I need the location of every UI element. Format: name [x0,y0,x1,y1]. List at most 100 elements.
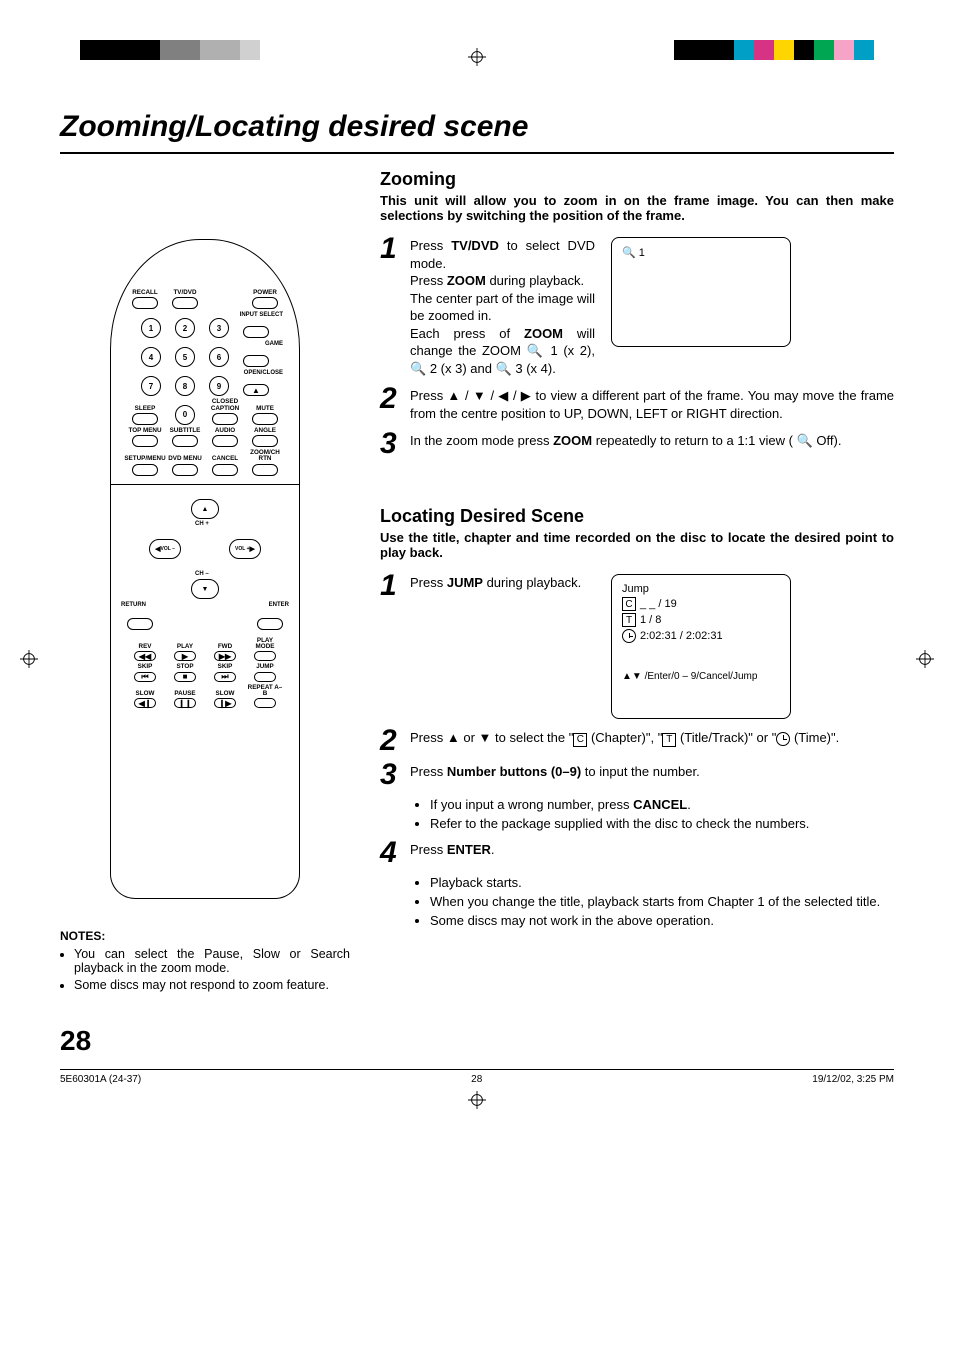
btn-1: 1 [141,318,161,338]
remote-diagram: RECALL TV/DVD POWER INPUT SELECT 1 2 3 G… [110,239,300,899]
locating-heading: Locating Desired Scene [380,506,894,527]
locate-step-4: 4 Press ENTER. [380,841,894,865]
lbl-return: RETURN [121,602,146,608]
right-column: Zooming This unit will allow you to zoom… [380,169,894,995]
btn-fwd: ▶▶ [214,651,236,661]
step-number: 1 [380,237,400,261]
bullet-item: When you change the title, playback star… [430,894,894,909]
osd-jump-box: Jump C_ _ / 19 T1 / 8 2:02:31 / 2:02:31 … [611,574,791,719]
notes-heading: NOTES: [60,929,350,943]
registration-mark-bottom-icon [60,1091,894,1112]
osd-zoom-text: 🔍 1 [622,247,645,259]
step-number: 2 [380,387,400,411]
btn-slow-l: ◀❙ [134,698,156,708]
lbl-angle: ANGLE [254,428,276,434]
btn-0: 0 [175,405,195,425]
btn-cancel [212,464,238,476]
lbl-setupmenu: SETUP/MENU [124,456,165,462]
crop-bar-right [674,40,874,60]
osd-chapter: _ _ / 19 [640,598,677,610]
step-number: 4 [380,841,400,865]
btn-skip-l: ⏮ [134,672,156,682]
btn-4: 4 [141,347,161,367]
btn-ch-plus: ▲ [191,499,219,519]
btn-play: ▶ [174,651,196,661]
btn-recall [132,297,158,309]
magnifier-icon: 🔍 [527,343,545,358]
up-arrow-icon: ▲ [447,730,460,745]
lbl-playmode: PLAY MODE [247,638,283,651]
step-number: 1 [380,574,400,598]
lbl-zoom: ZOOM/CH RTN [247,450,283,463]
magnifier-icon: 🔍 [410,361,426,376]
lbl-sleep: SLEEP [135,406,156,412]
lbl-subtitle: SUBTITLE [170,428,201,434]
zoom-step-1: 1 Press TV/DVD to select DVD mode. Press… [380,237,894,377]
btn-jump [254,672,276,682]
btn-6: 6 [209,347,229,367]
clock-icon [622,629,636,643]
osd-footer: ▲▼ /Enter/0 – 9/Cancel/Jump [622,671,780,682]
btn-slow-r: ❙▶ [214,698,236,708]
btn-open-close: ▲ [243,384,269,396]
lbl-tvdvd: TV/DVD [173,290,196,296]
bullet-item: Refer to the package supplied with the d… [430,816,894,831]
btn-vol-plus: VOL + ▶ [229,539,261,559]
lbl-audio: AUDIO [215,428,235,434]
btn-return [127,618,153,630]
btn-3: 3 [209,318,229,338]
btn-2: 2 [175,318,195,338]
step-number: 2 [380,729,400,753]
btn-pause: ❙❙ [174,698,196,708]
locate-step-2: 2 Press ▲ or ▼ to select the "C (Chapter… [380,729,894,753]
page-number: 28 [60,1025,894,1057]
registration-mark-left-icon [20,650,38,671]
lbl-cc: CLOSED CAPTION [211,399,239,412]
lbl-slow-l: SLOW [136,691,155,697]
registration-mark-right-icon [916,650,934,671]
btn-angle [252,435,278,447]
lbl-play: PLAY [177,644,193,650]
lbl-skip-r: SKIP [218,664,233,670]
lbl-chminus: CH – [195,571,209,577]
down-arrow-icon: ▼ [479,730,492,745]
locating-lead: Use the title, chapter and time recorded… [380,530,894,560]
btn-stop: ■ [174,672,196,682]
note-item: Some discs may not respond to zoom featu… [74,978,350,992]
osd-jump-title: Jump [622,583,780,595]
step-body: Press TV/DVD to select DVD mode. Press Z… [410,237,595,377]
btn-audio [212,435,238,447]
btn-7: 7 [141,376,161,396]
zoom-step-3: 3 In the zoom mode press ZOOM repeatedly… [380,432,894,456]
lbl-repeat: REPEAT A–B [247,685,283,698]
btn-mute [252,413,278,425]
lbl-slow-r: SLOW [216,691,235,697]
bullet-item: If you input a wrong number, press CANCE… [430,797,894,812]
magnifier-icon: 🔍 [496,361,512,376]
registration-mark-icon [468,48,486,69]
notes-block: NOTES: You can select the Pause, Slow or… [60,929,350,992]
step-body: Press JUMP during playback. [410,574,595,592]
osd-title-track: 1 / 8 [640,614,661,626]
left-column: RECALL TV/DVD POWER INPUT SELECT 1 2 3 G… [60,169,350,995]
left-arrow-icon: ◀ [498,388,509,403]
up-arrow-icon: ▲ [447,388,460,403]
page-title: Zooming/Locating desired scene [60,110,894,144]
step-number: 3 [380,763,400,787]
btn-power [252,297,278,309]
btn-8: 8 [175,376,195,396]
lbl-fwd: FWD [218,644,232,650]
dpad-zone: ▲ CH + ◀ VOL – VOL + ▶ CH – ▼ RETURN ENT… [111,484,299,614]
btn-rev: ◀◀ [134,651,156,661]
btn-topmenu [132,435,158,447]
btn-vol-minus: ◀ VOL – [149,539,181,559]
osd-zoom-box: 🔍 1 [611,237,791,347]
zooming-lead: This unit will allow you to zoom in on t… [380,193,894,223]
step3-bullets: If you input a wrong number, press CANCE… [416,797,894,831]
footer-right: 19/12/02, 3:25 PM [812,1074,894,1085]
title-block: Zooming/Locating desired scene [60,110,894,154]
lbl-chplus: CH + [195,521,209,527]
bullet-item: Some discs may not work in the above ope… [430,913,894,928]
zoom-step-2: 2 Press ▲ / ▼ / ◀ / ▶ to view a differen… [380,387,894,422]
chapter-icon: C [573,733,587,747]
